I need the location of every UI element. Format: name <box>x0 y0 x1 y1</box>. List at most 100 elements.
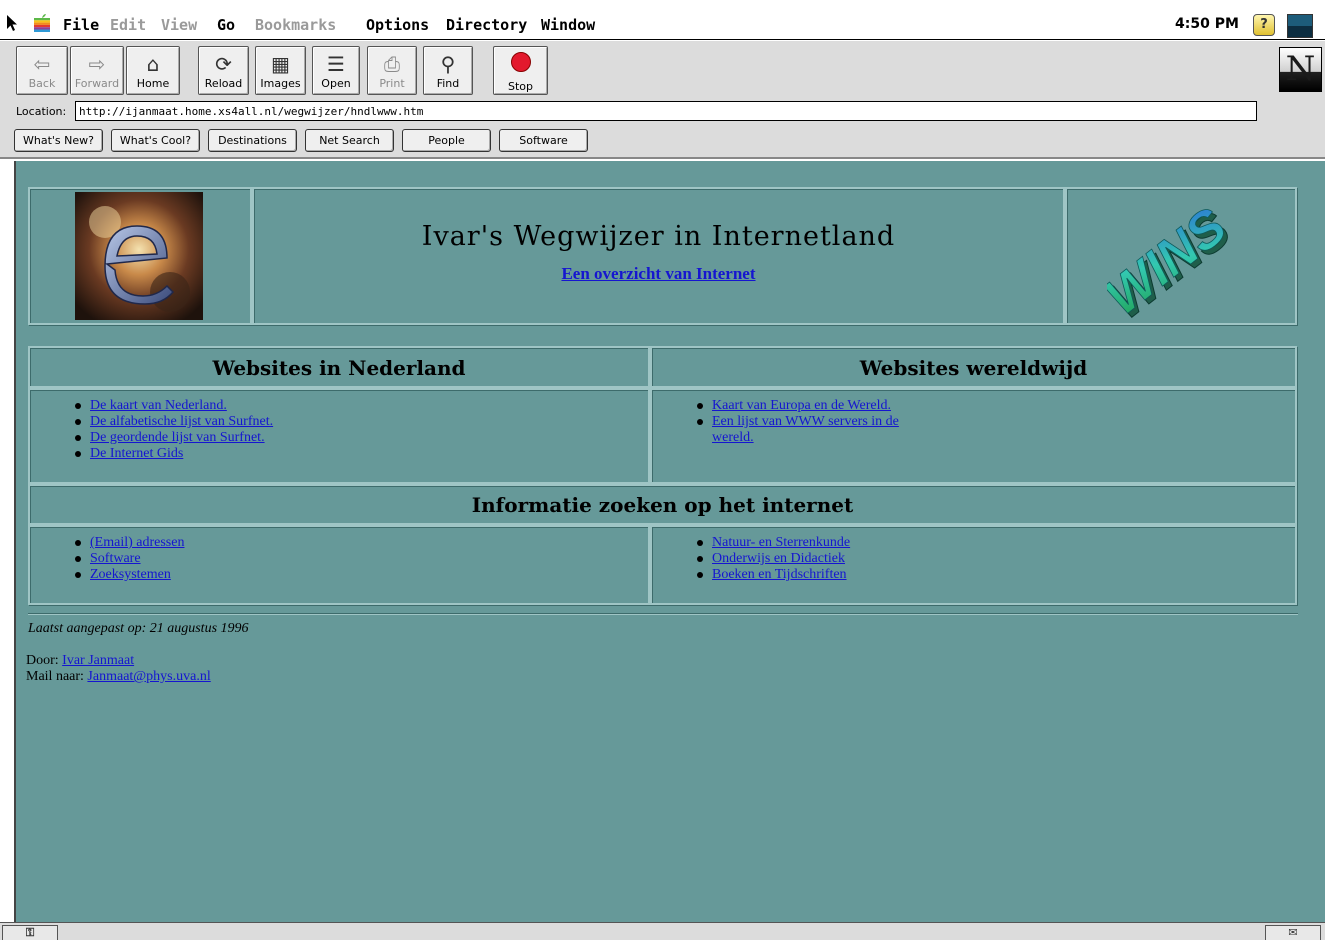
menu-bookmarks[interactable]: Bookmarks <box>255 16 336 34</box>
link-boeken-tijdschriften[interactable]: Boeken en Tijdschriften <box>712 567 847 582</box>
help-balloon-icon[interactable]: ? <box>1253 14 1275 36</box>
forward-arrow-icon: ⇨ <box>88 52 106 76</box>
pointer-arrow-icon <box>7 15 17 31</box>
section-search-left-cell: (Email) adressen Software Zoeksystemen <box>28 525 650 605</box>
page-content: Ivar's Wegwijzer in Internetland Een ove… <box>14 161 1325 922</box>
stop-button[interactable]: Stop <box>493 46 548 95</box>
link-kaart-europa[interactable]: Kaart van Europa en de Wereld. <box>712 398 891 413</box>
link-alfabetische-lijst[interactable]: De alfabetische lijst van Surfnet. <box>90 414 273 429</box>
security-lock-icon[interactable]: ⚿ <box>2 925 58 940</box>
reload-icon: ⟳ <box>215 52 232 76</box>
list-item: Software <box>74 551 184 567</box>
menu-edit[interactable]: Edit <box>110 16 146 34</box>
author-line: Door: Ivar Janmaat <box>26 653 211 669</box>
whats-new-button[interactable]: What's New? <box>14 129 103 152</box>
link-internet-gids[interactable]: De Internet Gids <box>90 446 183 461</box>
link-geordende-lijst[interactable]: De geordende lijst van Surfnet. <box>90 430 265 445</box>
list-item: De geordende lijst van Surfnet. <box>74 430 273 446</box>
reload-button[interactable]: ⟳ Reload <box>198 46 249 95</box>
section-nl-heading-cell: Websites in Nederland <box>28 346 650 388</box>
last-updated: Laatst aangepast op: 21 augustus 1996 <box>28 621 249 636</box>
forward-button-label: Forward <box>74 77 120 90</box>
list-item: (Email) adressen <box>74 535 184 551</box>
netscape-logo[interactable]: N <box>1279 47 1322 92</box>
link-www-servers[interactable]: Een lijst van WWW servers in de wereld. <box>712 414 899 445</box>
section-world-links: Kaart van Europa en de Wereld. Een lijst… <box>696 398 926 446</box>
reload-button-label: Reload <box>204 77 243 90</box>
menu-options[interactable]: Options <box>366 16 429 34</box>
stop-icon <box>510 52 531 72</box>
browser-toolbar: ⇦ Back ⇨ Forward ⌂ Home ⟳ Reload ▦ Image… <box>0 41 1325 159</box>
byline: Door: Ivar Janmaat Mail naar: Janmaat@ph… <box>26 653 211 685</box>
forward-button[interactable]: ⇨ Forward <box>70 46 124 95</box>
menu-bar: File Edit View Go Bookmarks Options Dire… <box>0 0 1325 40</box>
list-item: De alfabetische lijst van Surfnet. <box>74 414 273 430</box>
location-label: Location: <box>16 105 67 118</box>
images-button-label: Images <box>260 77 301 90</box>
overview-link[interactable]: Een overzicht van Internet <box>254 264 1063 284</box>
section-world-links-cell: Kaart van Europa en de Wereld. Een lijst… <box>650 388 1297 484</box>
back-button[interactable]: ⇦ Back <box>16 46 68 95</box>
location-input[interactable] <box>75 101 1257 121</box>
destinations-button[interactable]: Destinations <box>208 129 297 152</box>
section-world-heading: Websites wereldwijd <box>859 356 1088 380</box>
find-button[interactable]: ⚲ Find <box>423 46 473 95</box>
header-logo-cell <box>28 187 252 325</box>
menu-file[interactable]: File <box>63 16 99 34</box>
back-button-label: Back <box>28 77 56 90</box>
images-icon: ▦ <box>271 52 290 76</box>
mail-link[interactable]: Janmaat@phys.uva.nl <box>87 669 210 684</box>
people-button[interactable]: People <box>402 129 491 152</box>
home-button-label: Home <box>136 77 170 90</box>
link-natuur-sterrenkunde[interactable]: Natuur- en Sterrenkunde <box>712 535 850 550</box>
list-item: De kaart van Nederland. <box>74 398 273 414</box>
mail-label: Mail naar: <box>26 669 84 684</box>
section-world-heading-cell: Websites wereldwijd <box>650 346 1297 388</box>
home-icon: ⌂ <box>146 52 160 76</box>
link-email-adressen[interactable]: (Email) adressen <box>90 535 184 550</box>
stop-button-label: Stop <box>507 80 533 93</box>
list-item: Een lijst van WWW servers in de wereld. <box>696 414 926 446</box>
link-software[interactable]: Software <box>90 551 141 566</box>
section-nl-links: De kaart van Nederland. De alfabetische … <box>74 398 273 462</box>
open-button-label: Open <box>321 77 351 90</box>
menu-window[interactable]: Window <box>541 16 595 34</box>
open-button[interactable]: ☰ Open <box>312 46 360 95</box>
page-title: Ivar's Wegwijzer in Internetland <box>421 221 896 252</box>
print-button[interactable]: ⎙ Print <box>367 46 417 95</box>
menu-clock: 4:50 PM <box>1175 16 1239 32</box>
mail-line: Mail naar: Janmaat@phys.uva.nl <box>26 669 211 685</box>
section-search-heading-cell: Informatie zoeken op het internet <box>28 484 1297 525</box>
software-button[interactable]: Software <box>499 129 588 152</box>
list-item: De Internet Gids <box>74 446 273 462</box>
author-label: Door: <box>26 653 59 668</box>
home-button[interactable]: ⌂ Home <box>126 46 180 95</box>
header-title-cell: Ivar's Wegwijzer in Internetland Een ove… <box>252 187 1065 325</box>
application-menu-icon[interactable] <box>1287 14 1313 38</box>
images-button[interactable]: ▦ Images <box>255 46 306 95</box>
find-button-label: Find <box>436 77 460 90</box>
list-item: Natuur- en Sterrenkunde <box>696 535 850 551</box>
horizontal-rule <box>28 613 1298 615</box>
print-button-label: Print <box>379 77 405 90</box>
binoculars-icon: ⚲ <box>440 52 456 76</box>
net-search-button[interactable]: Net Search <box>305 129 394 152</box>
link-kaart-nederland[interactable]: De kaart van Nederland. <box>90 398 227 413</box>
list-item: Onderwijs en Didactiek <box>696 551 850 567</box>
back-arrow-icon: ⇦ <box>33 52 51 76</box>
menu-directory[interactable]: Directory <box>446 16 527 34</box>
menu-view[interactable]: View <box>161 16 197 34</box>
link-onderwijs-didactiek[interactable]: Onderwijs en Didactiek <box>712 551 845 566</box>
author-link[interactable]: Ivar Janmaat <box>62 653 134 668</box>
menu-go[interactable]: Go <box>217 16 235 34</box>
section-nl-links-cell: De kaart van Nederland. De alfabetische … <box>28 388 650 484</box>
list-item: Kaart van Europa en de Wereld. <box>696 398 926 414</box>
whats-cool-button[interactable]: What's Cool? <box>111 129 200 152</box>
mail-status-icon[interactable]: ✉ <box>1265 925 1321 940</box>
apple-menu-icon[interactable] <box>34 14 50 32</box>
section-search-heading: Informatie zoeken op het internet <box>471 493 854 517</box>
list-item: Boeken en Tijdschriften <box>696 567 850 583</box>
wins-logo: WINS WINS <box>1107 197 1242 323</box>
section-search-right-links: Natuur- en Sterrenkunde Onderwijs en Did… <box>696 535 850 583</box>
link-zoeksystemen[interactable]: Zoeksystemen <box>90 567 171 582</box>
